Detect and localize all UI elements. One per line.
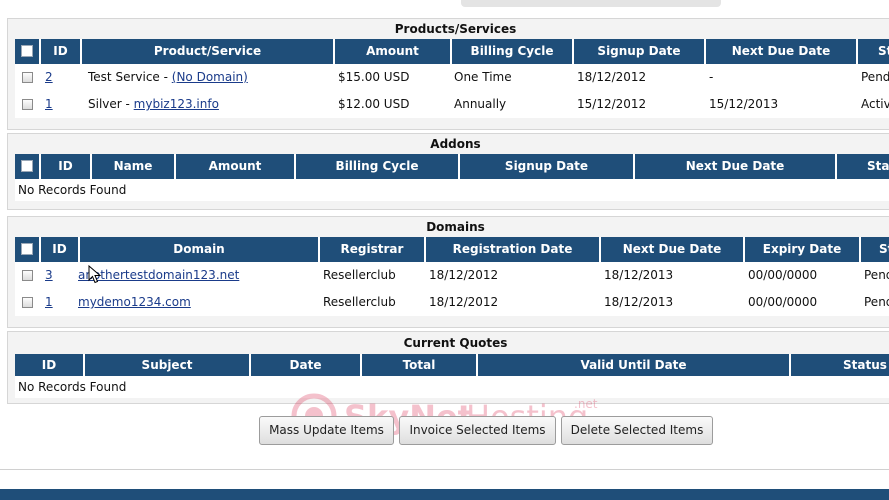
quotes-section: Current Quotes ID Subject Date Total Val… [7,331,889,404]
registrar-cell: Resellerclub [323,268,396,282]
row-id-link[interactable]: 3 [45,262,53,289]
table-row: 1 mydemo1234.com Resellerclub 18/12/2012… [15,289,889,316]
next-due-date-cell: - [709,70,714,84]
products-section: Products/Services ID Product/Service Amo… [7,18,889,130]
addons-select-all[interactable] [15,154,41,179]
col-signup-date[interactable]: Signup Date [574,39,706,64]
domain-link[interactable]: anothertestdomain123.net [78,262,239,289]
select-all-checkbox[interactable] [21,243,33,255]
registration-date-cell: 18/12/2012 [429,295,499,309]
col-id[interactable]: ID [41,39,82,64]
col-next-due-date[interactable]: Next Due Date [601,237,745,262]
col-domain[interactable]: Domain [80,237,320,262]
domains-section: Domains ID Domain Registrar Registration… [7,216,889,328]
signup-date-cell: 18/12/2012 [577,70,647,84]
next-due-date-cell: 18/12/2013 [604,295,674,309]
addons-header-row: ID Name Amount Billing Cycle Signup Date… [15,154,889,179]
quotes-title: Current Quotes [403,336,508,350]
addons-table: ID Name Amount Billing Cycle Signup Date… [15,154,889,201]
addons-title: Addons [430,137,481,151]
col-status[interactable]: Status [837,154,889,179]
col-registrar[interactable]: Registrar [320,237,426,262]
mouse-cursor-icon [88,265,102,284]
no-records-text: No Records Found [18,183,127,197]
products-header-row: ID Product/Service Amount Billing Cycle … [15,39,889,64]
status-cell: Pending [861,70,889,84]
col-name[interactable]: Name [92,154,176,179]
footer-bar [0,489,889,500]
table-row: 3 anothertestdomain123.net Resellerclub … [15,262,889,289]
product-cell: Test Service - (No Domain) [88,64,248,91]
col-expiry-date[interactable]: Expiry Date [745,237,861,262]
expiry-date-cell: 00/00/0000 [748,295,818,309]
billing-cycle-cell: Annually [454,97,507,111]
select-all-checkbox[interactable] [21,45,33,57]
col-date[interactable]: Date [251,354,362,376]
col-id[interactable]: ID [41,154,92,179]
col-registration-date[interactable]: Registration Date [426,237,601,262]
addons-section: Addons ID Name Amount Billing Cycle Sign… [7,133,889,210]
col-billing-cycle[interactable]: Billing Cycle [452,39,574,64]
col-amount[interactable]: Amount [176,154,296,179]
col-next-due-date[interactable]: Next Due Date [706,39,858,64]
billing-cycle-cell: One Time [454,70,512,84]
no-records-text: No Records Found [18,380,127,394]
row-id-link[interactable]: 1 [45,289,53,316]
product-name: Silver - [88,97,134,111]
delete-selected-button[interactable]: Delete Selected Items [561,416,713,445]
products-table: ID Product/Service Amount Billing Cycle … [15,39,889,118]
col-billing-cycle[interactable]: Billing Cycle [296,154,460,179]
col-status[interactable]: Status [791,354,889,376]
amount-cell: $15.00 USD [338,70,410,84]
domains-table: ID Domain Registrar Registration Date Ne… [15,237,889,316]
table-row: 2 Test Service - (No Domain) $15.00 USD … [15,64,889,91]
next-due-date-cell: 18/12/2013 [604,268,674,282]
domain-link[interactable]: mydemo1234.com [78,289,191,316]
products-title: Products/Services [394,22,517,36]
domains-title: Domains [426,220,485,234]
top-scroll-track [461,0,721,7]
product-domain-link[interactable]: (No Domain) [172,70,248,84]
quotes-header-row: ID Subject Date Total Valid Until Date S… [15,354,889,376]
product-cell: Silver - mybiz123.info [88,91,219,118]
registrar-cell: Resellerclub [323,295,396,309]
table-row: 1 Silver - mybiz123.info $12.00 USD Annu… [15,91,889,118]
col-product[interactable]: Product/Service [82,39,335,64]
col-id[interactable]: ID [41,237,80,262]
col-next-due-date[interactable]: Next Due Date [635,154,837,179]
row-checkbox[interactable] [22,297,33,308]
domains-select-all[interactable] [15,237,41,262]
amount-cell: $12.00 USD [338,97,410,111]
domains-header-row: ID Domain Registrar Registration Date Ne… [15,237,889,262]
registration-date-cell: 18/12/2012 [429,268,499,282]
product-domain-link[interactable]: mybiz123.info [134,97,219,111]
col-id[interactable]: ID [15,354,85,376]
col-signup-date[interactable]: Signup Date [460,154,635,179]
col-amount[interactable]: Amount [335,39,452,64]
row-checkbox[interactable] [22,270,33,281]
invoice-selected-button[interactable]: Invoice Selected Items [399,416,556,445]
status-cell: Pending [864,295,889,309]
select-all-checkbox[interactable] [21,160,33,172]
mass-update-button[interactable]: Mass Update Items [259,416,394,445]
row-checkbox[interactable] [22,99,33,110]
expiry-date-cell: 00/00/0000 [748,268,818,282]
col-valid-until-date[interactable]: Valid Until Date [478,354,791,376]
signup-date-cell: 15/12/2012 [577,97,647,111]
status-cell: Pending [864,268,889,282]
next-due-date-cell: 15/12/2013 [709,97,779,111]
row-id-link[interactable]: 1 [45,91,53,118]
quotes-table: ID Subject Date Total Valid Until Date S… [15,354,889,398]
product-name: Test Service - [88,70,172,84]
col-subject[interactable]: Subject [85,354,251,376]
row-id-link[interactable]: 2 [45,64,53,91]
col-status[interactable]: Status [858,39,889,64]
col-total[interactable]: Total [362,354,478,376]
divider [0,469,889,470]
status-cell: Active [861,97,889,111]
products-select-all[interactable] [15,39,41,64]
row-checkbox[interactable] [22,72,33,83]
col-status[interactable]: Status [861,237,889,262]
